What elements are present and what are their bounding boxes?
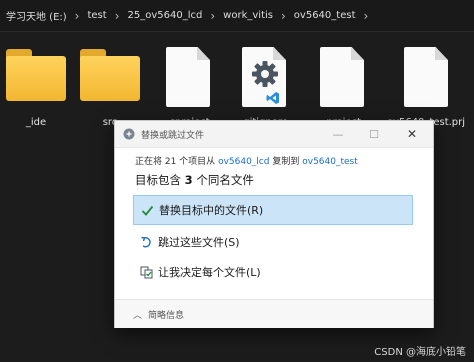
breadcrumb-work-vitis[interactable]: work_vitis xyxy=(221,10,275,21)
decide-each-file-option[interactable]: 让我决定每个文件(L) xyxy=(133,257,413,287)
dialog-title-bar[interactable]: 替换或跳过文件 — ☐ ✕ xyxy=(115,121,433,148)
file-list: _ide src .cproject xyxy=(0,33,474,133)
breadcrumb-ov5640-test[interactable]: ov5640_test xyxy=(292,10,358,21)
source-folder-link[interactable]: ov5640_lcd xyxy=(218,157,269,167)
file-name: _ide xyxy=(25,117,47,128)
details-toggle[interactable]: ︿ 简略信息 xyxy=(115,299,433,328)
details-label: 简略信息 xyxy=(148,310,185,321)
replace-files-option[interactable]: 替换目标中的文件(R) xyxy=(133,195,413,225)
minimize-button[interactable]: — xyxy=(323,121,353,147)
checkmark-icon xyxy=(140,203,154,217)
file-item-src[interactable]: src xyxy=(74,41,146,128)
copy-summary: 正在将 21 个项目从 ov5640_lcd 复制到 ov5640_test xyxy=(135,157,358,167)
replace-or-skip-dialog: 替换或跳过文件 — ☐ ✕ 正在将 21 个项目从 ov5640_lcd 复制到… xyxy=(114,120,434,328)
folder-icon xyxy=(6,49,66,101)
file-explorer-icon xyxy=(123,128,135,140)
watermark: CSDN @海底小铅笔 xyxy=(374,347,466,358)
chevron-right-icon: › xyxy=(210,8,216,23)
option-label: 让我决定每个文件(L) xyxy=(158,266,261,279)
dialog-title: 替换或跳过文件 xyxy=(141,130,205,141)
close-button[interactable]: ✕ xyxy=(397,121,427,147)
breadcrumb-drive[interactable]: 学习天地 (E:) xyxy=(4,8,69,23)
chevron-right-icon: › xyxy=(74,8,80,23)
folder-icon xyxy=(80,49,140,101)
compare-files-icon xyxy=(139,265,153,279)
chevron-up-icon: ︿ xyxy=(133,310,143,321)
file-item-cproject[interactable]: .cproject xyxy=(152,41,224,128)
file-item-project[interactable]: .project xyxy=(306,41,378,128)
target-folder-link[interactable]: ov5640_test xyxy=(302,157,358,167)
conflict-heading: 目标包含 3 个同名文件 xyxy=(135,173,254,187)
skip-files-option[interactable]: 跳过这些文件(S) xyxy=(133,227,413,257)
skip-arrow-icon xyxy=(139,235,153,249)
breadcrumb-test[interactable]: test xyxy=(85,10,108,21)
maximize-button[interactable]: ☐ xyxy=(359,121,389,147)
vscode-icon xyxy=(266,92,279,104)
conflict-count: 3 xyxy=(184,173,193,187)
chevron-right-icon: › xyxy=(114,8,120,23)
gear-icon xyxy=(252,61,278,87)
option-label: 跳过这些文件(S) xyxy=(158,236,240,249)
file-item-ide[interactable]: _ide xyxy=(0,41,72,128)
file-item-gitignore[interactable]: .gitignore xyxy=(228,41,300,128)
option-label: 替换目标中的文件(R) xyxy=(159,204,264,217)
chevron-right-icon: › xyxy=(280,8,286,23)
breadcrumb: 学习天地 (E:) › test › 25_ov5640_lcd › work_… xyxy=(0,0,474,32)
chevron-right-icon: › xyxy=(363,8,369,23)
file-item-prj[interactable]: ov5640_test.prj xyxy=(384,41,468,128)
breadcrumb-project[interactable]: 25_ov5640_lcd xyxy=(126,10,205,21)
